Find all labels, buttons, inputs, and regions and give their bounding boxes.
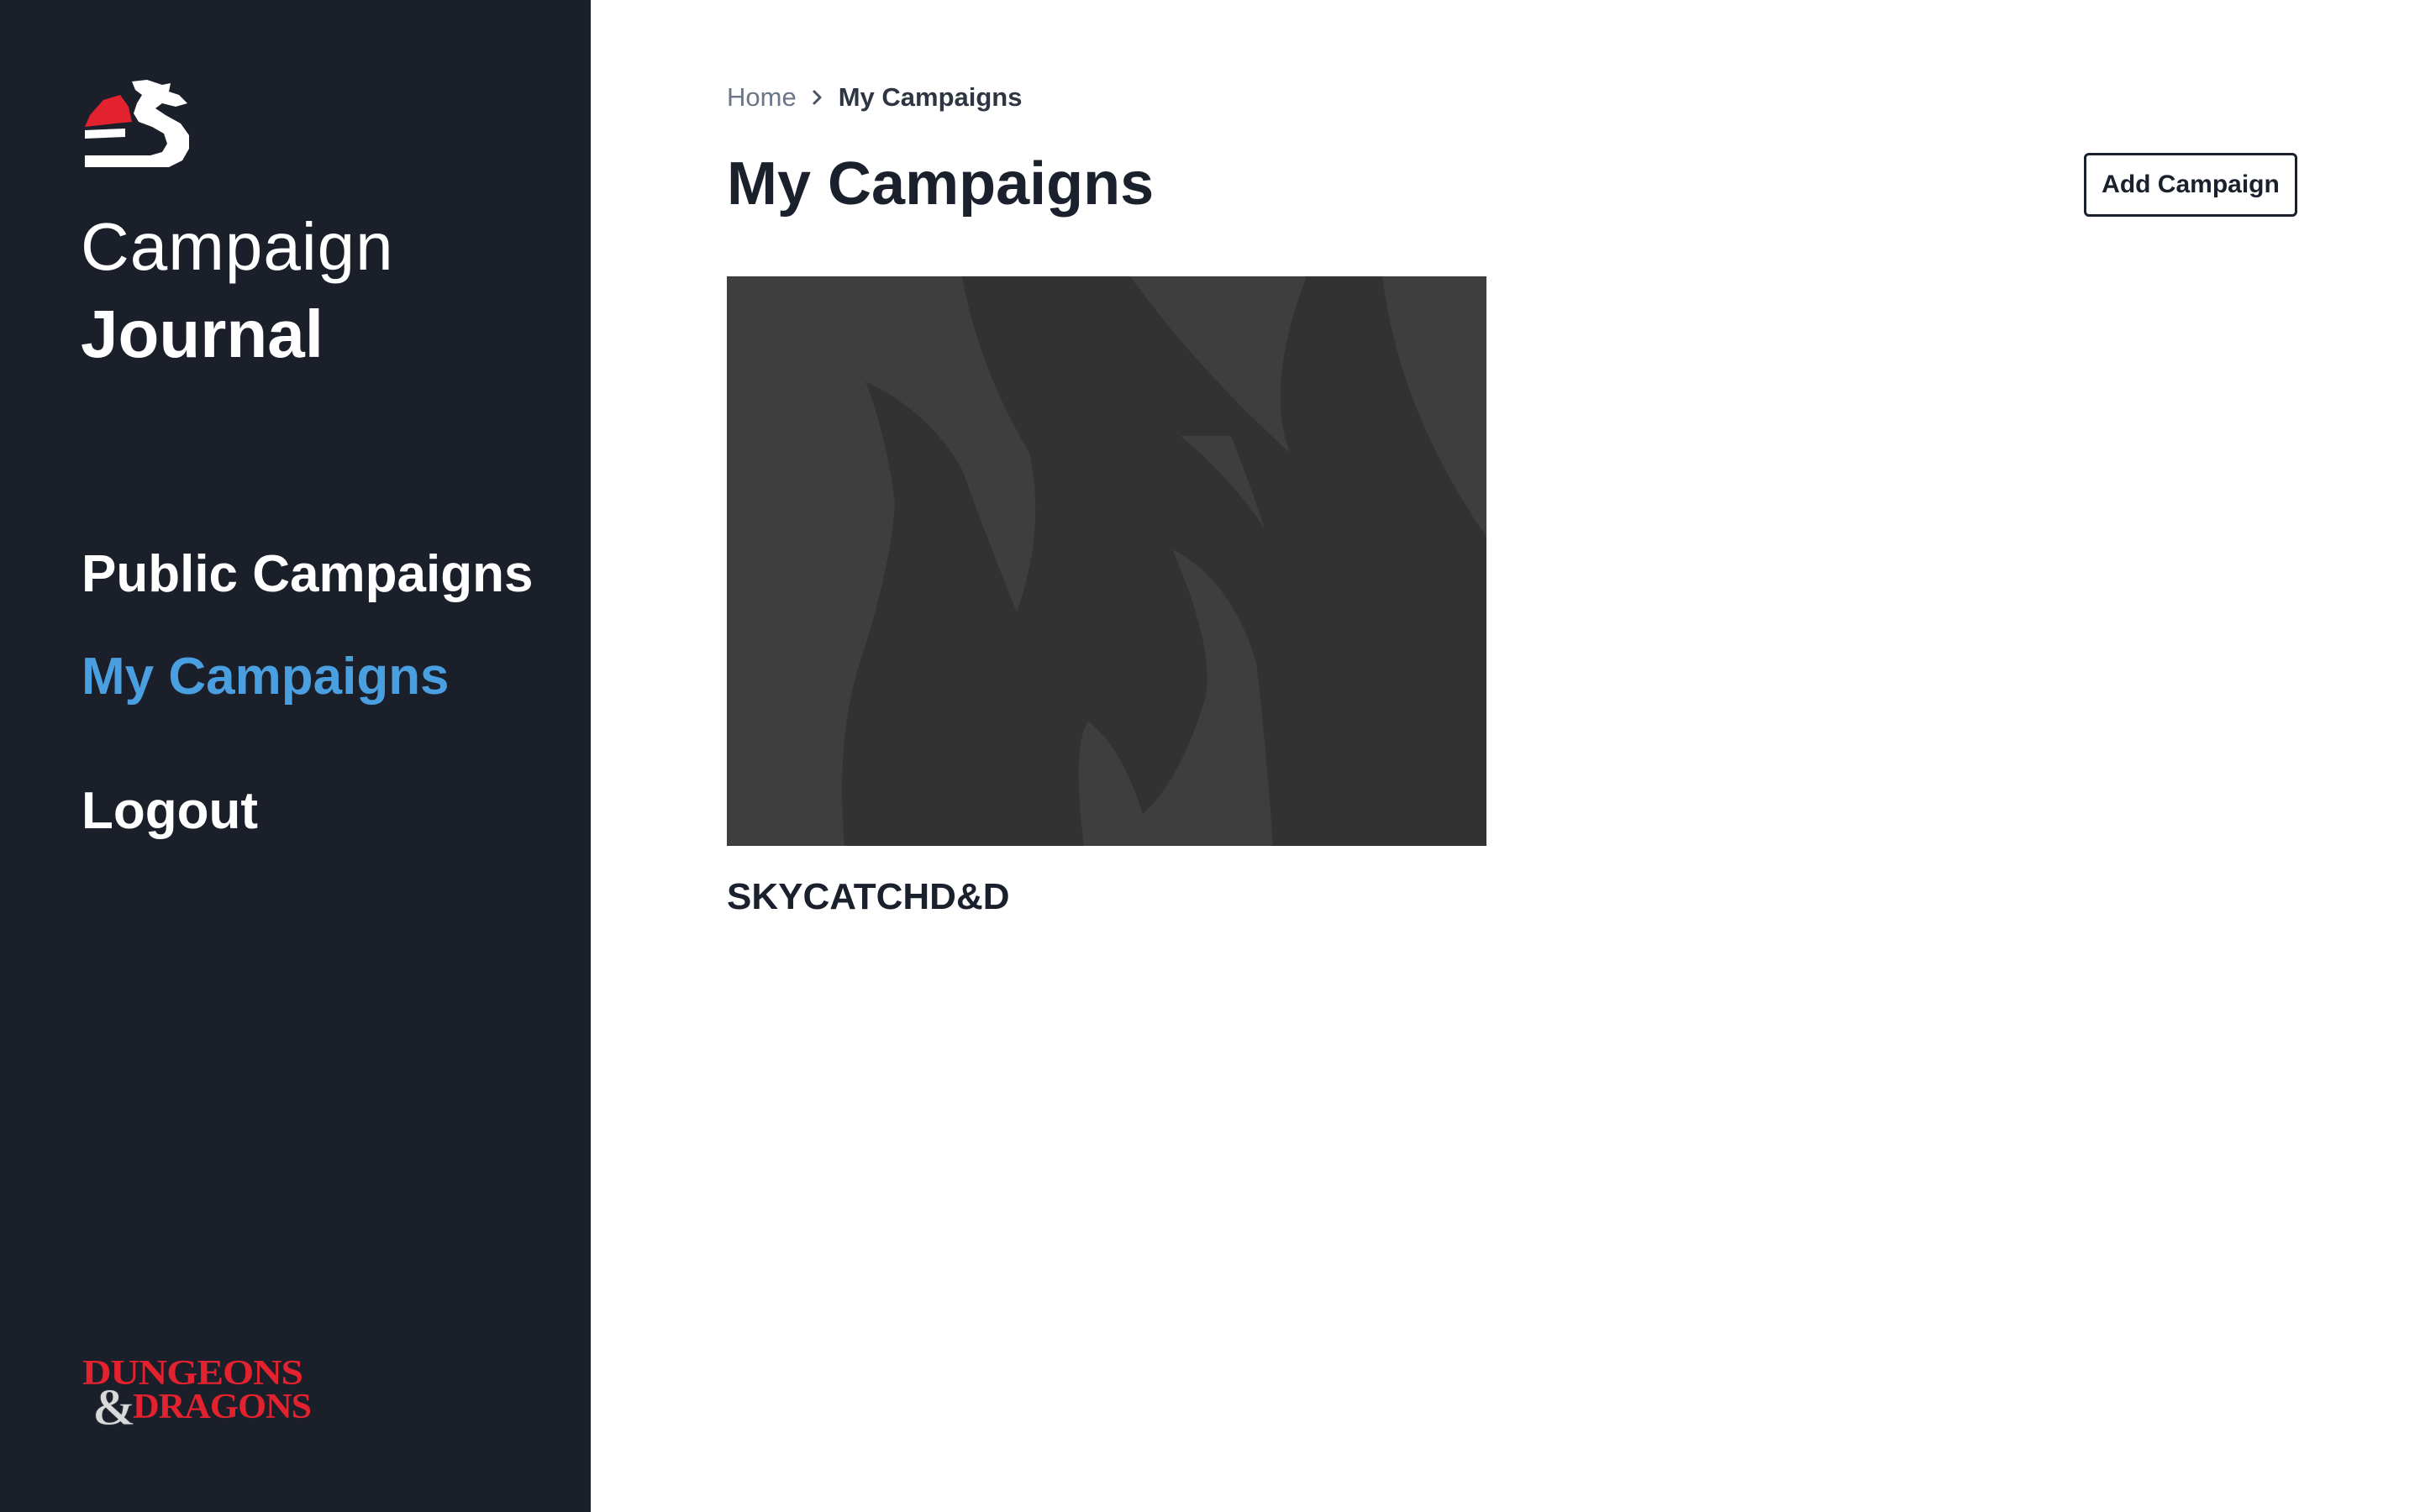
campaign-cover-image[interactable] [727,276,1486,846]
dragon-logo-icon[interactable] [82,78,192,167]
nav-public-campaigns[interactable]: Public Campaigns [82,544,533,604]
breadcrumb: Home My Campaigns [727,82,1022,113]
app-title-light: Campaign [81,209,394,284]
sidebar: Campaign Journal Public Campaigns My Cam… [0,0,591,1512]
nav-my-campaigns[interactable]: My Campaigns [82,647,450,706]
breadcrumb-home[interactable]: Home [727,82,797,113]
app: Campaign Journal Public Campaigns My Cam… [0,0,2420,1512]
brand-logo-ampersand: & [92,1379,136,1433]
breadcrumb-current: My Campaigns [838,82,1023,112]
brand-logo-line2: DRAGONS [133,1388,311,1426]
dungeons-dragons-logo: DUNGEONS & DRAGONS [82,1354,312,1433]
page-title: My Campaigns [727,150,1155,218]
chevron-right-icon [813,90,822,105]
campaign-name[interactable]: SKYCATCHD&D [727,876,1486,918]
nav-logout[interactable]: Logout [82,781,258,841]
campaign-card[interactable]: SKYCATCHD&D [727,276,1486,918]
app-title-bold: Journal [81,297,324,371]
add-campaign-button[interactable]: Add Campaign [2084,153,2297,217]
